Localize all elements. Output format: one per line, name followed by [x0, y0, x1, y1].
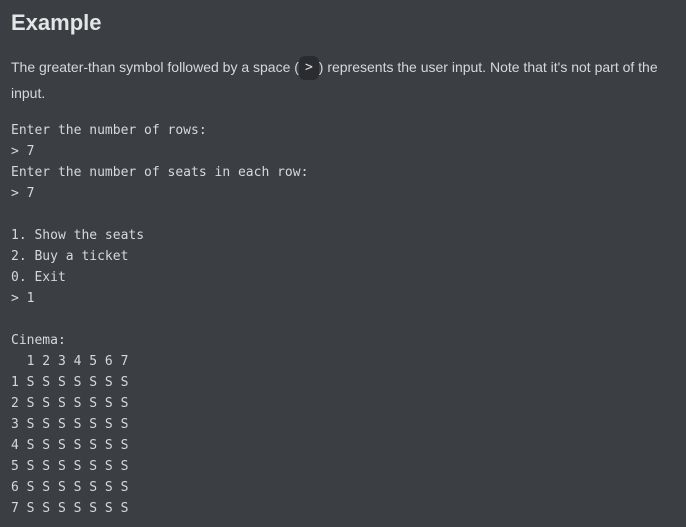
console-line: Enter the number of rows:: [11, 123, 207, 138]
console-line: 1 2 3 4 5 6 7: [11, 354, 129, 369]
intro-text-before: The greater-than symbol followed by a sp…: [11, 59, 299, 75]
console-line: > 1: [11, 291, 35, 306]
console-line: 0. Exit: [11, 270, 66, 285]
console-line: Enter the number of seats in each row:: [11, 165, 309, 180]
console-line: 1. Show the seats: [11, 228, 145, 243]
console-line: 7 S S S S S S S: [11, 501, 129, 516]
console-line: 1 S S S S S S S: [11, 375, 129, 390]
console-output: Enter the number of rows: > 7 Enter the nu…: [11, 120, 671, 519]
example-heading: Example: [11, 10, 102, 35]
console-line: Cinema:: [11, 333, 66, 348]
console-line: 6 S S S S S S S: [11, 480, 129, 495]
intro-paragraph: The greater-than symbol followed by a sp…: [11, 54, 681, 106]
console-line: 4 S S S S S S S: [11, 438, 129, 453]
console-line: > 7: [11, 186, 35, 201]
console-line: 3 S S S S S S S: [11, 417, 129, 432]
console-line: 2. Buy a ticket: [11, 249, 129, 264]
console-line: 2 S S S S S S S: [11, 396, 129, 411]
console-line: > 7: [11, 144, 35, 159]
inline-code-prompt: >: [298, 56, 319, 81]
console-line: 5 S S S S S S S: [11, 459, 129, 474]
